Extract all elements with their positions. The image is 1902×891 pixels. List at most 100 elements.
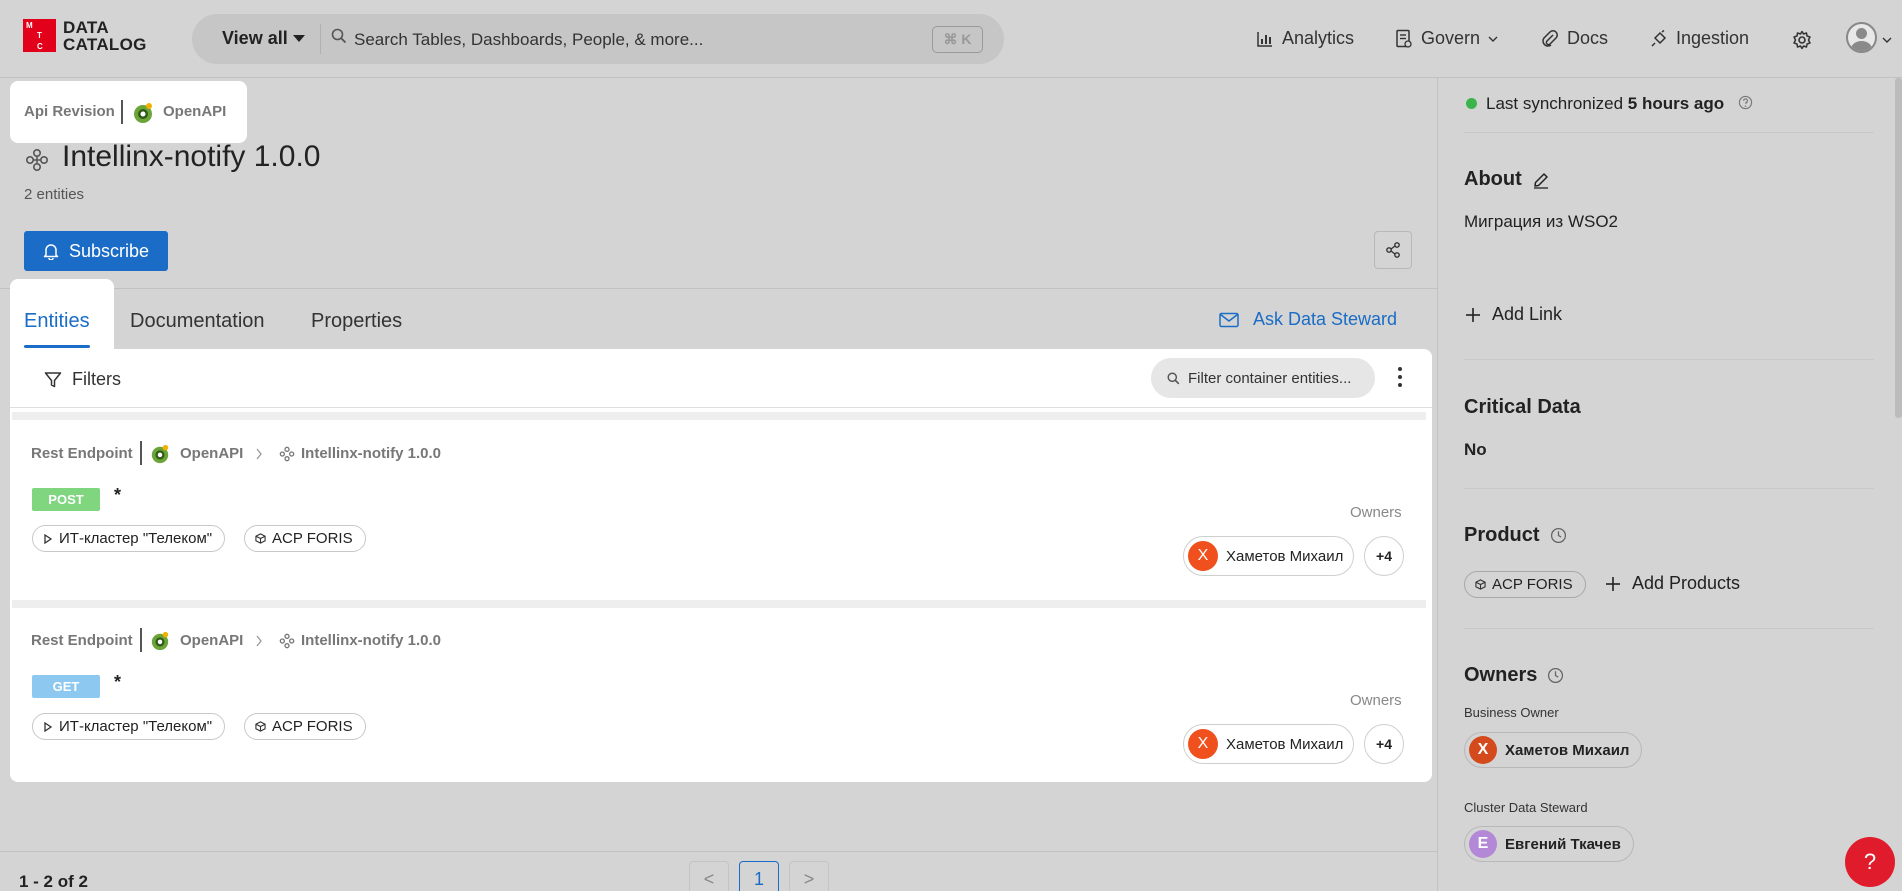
user-avatar[interactable] [1846, 22, 1877, 53]
nav-analytics[interactable]: Analytics [1256, 28, 1354, 49]
nav-docs[interactable]: Docs [1541, 28, 1608, 49]
nav-analytics-label: Analytics [1282, 28, 1355, 48]
history-clock-icon[interactable] [1547, 667, 1564, 684]
sidebar-divider [1464, 132, 1874, 133]
tab-entities[interactable]: Entities [24, 310, 90, 333]
business-owner-chip[interactable]: X Хаметов Михаил [1464, 732, 1643, 768]
owner-chip[interactable]: X Хаметов Михаил [1183, 536, 1355, 576]
more-owners-chip[interactable]: +4 [1364, 536, 1404, 576]
openapi-logo-icon [134, 103, 152, 123]
chevron-right-icon [256, 635, 262, 647]
more-owners-chip[interactable]: +4 [1364, 724, 1404, 764]
pagination-page-button[interactable]: 1 [739, 861, 779, 891]
tab-properties[interactable]: Properties [311, 310, 402, 333]
domain-tag-chip[interactable]: ИТ-кластер "Телеком" [32, 713, 226, 740]
more-options-kebab-icon[interactable] [1392, 365, 1408, 389]
brand-logo-text[interactable]: DATA CATALOG [63, 19, 147, 53]
domain-icon [44, 533, 53, 544]
owners-label: Owners [1350, 504, 1402, 521]
cluster-data-steward-chip[interactable]: E Евгений Ткачев [1464, 826, 1634, 862]
product-tag-chip[interactable]: ACP FORIS [1464, 571, 1586, 598]
owner-name: Хаметов Михаил [1226, 547, 1344, 565]
search-divider [320, 24, 321, 54]
search-icon [1167, 371, 1180, 384]
govern-document-icon [1396, 29, 1412, 48]
card-crumb-type[interactable]: Rest Endpoint [31, 632, 133, 649]
add-link-button[interactable]: Add Link [1464, 304, 1562, 325]
search-shortcut-hint: ⌘ K [932, 26, 983, 53]
method-badge: GET [32, 675, 100, 698]
card-crumb-parent[interactable]: Intellinx-notify 1.0.0 [301, 632, 441, 649]
openapi-logo-icon [151, 631, 169, 651]
owner-name: Хаметов Михаил [1226, 735, 1344, 753]
filter-funnel-icon [44, 371, 62, 387]
help-circle-icon[interactable] [1738, 95, 1753, 110]
settings-gear-icon[interactable] [1792, 30, 1812, 50]
tab-active-indicator [24, 345, 90, 348]
sync-status-dot [1466, 98, 1477, 109]
about-heading-label: About [1464, 168, 1522, 190]
tab-documentation[interactable]: Documentation [130, 310, 265, 333]
card-crumb-service[interactable]: OpenAPI [180, 632, 243, 649]
pagination-prev-button[interactable]: < [689, 861, 729, 891]
panel-divider [10, 407, 1432, 408]
brand-logo-mark[interactable]: M T C [23, 19, 56, 52]
nav-govern[interactable]: Govern [1395, 28, 1498, 49]
plus-icon [1466, 307, 1480, 322]
product-tag-chip[interactable]: ACP FORIS [244, 713, 366, 740]
edit-pencil-icon[interactable] [1532, 171, 1550, 189]
owners-heading: Owners [1464, 664, 1564, 687]
filters-button[interactable]: Filters [44, 369, 121, 390]
card-crumb-parent[interactable]: Intellinx-notify 1.0.0 [301, 445, 441, 462]
chevron-right-icon [256, 448, 262, 460]
sidebar-divider [1464, 628, 1874, 629]
breadcrumb-type[interactable]: Api Revision [24, 103, 115, 120]
sidebar-scrollbar[interactable] [1895, 78, 1902, 418]
logo-letter-t: T [37, 31, 42, 40]
subscribe-button[interactable]: Subscribe [24, 231, 168, 271]
mail-icon [1219, 312, 1239, 327]
domain-tag-chip[interactable]: ИТ-кластер "Телеком" [32, 525, 226, 552]
share-icon [1386, 242, 1400, 258]
add-products-button[interactable]: Add Products [1604, 573, 1740, 594]
pagination-range: 1 - 2 of 2 [19, 872, 88, 891]
steward-avatar: E [1469, 830, 1497, 858]
owner-chip[interactable]: X Хаметов Михаил [1183, 724, 1355, 764]
filters-label: Filters [72, 369, 121, 389]
cluster-data-steward-name: Евгений Ткачев [1505, 835, 1621, 853]
sidebar-divider [1464, 359, 1874, 360]
breadcrumb-service[interactable]: OpenAPI [163, 103, 226, 120]
card-crumb-service[interactable]: OpenAPI [180, 445, 243, 462]
logo-letter-c: C [37, 42, 43, 51]
breadcrumb-divider [121, 100, 123, 124]
caret-down-icon[interactable] [293, 35, 305, 42]
domain-tag-label: ИТ-кластер "Телеком" [59, 530, 213, 547]
help-button[interactable]: ? [1845, 837, 1895, 887]
sidebar-divider [1464, 488, 1874, 489]
filter-entities-placeholder: Filter container entities... [1188, 369, 1352, 387]
share-button[interactable] [1374, 231, 1412, 269]
plus-icon [1606, 576, 1620, 591]
endpoint-name[interactable]: * [114, 672, 121, 693]
history-clock-icon[interactable] [1550, 527, 1567, 544]
nav-ingestion-label: Ingestion [1676, 28, 1750, 48]
pagination-next-button[interactable]: > [789, 861, 829, 891]
api-endpoint-icon [279, 446, 295, 462]
add-link-label: Add Link [1492, 304, 1563, 324]
user-menu-chevron-icon[interactable] [1882, 36, 1892, 44]
product-cube-icon [255, 721, 266, 732]
view-all-dropdown[interactable]: View all [222, 28, 288, 49]
critical-data-heading-label: Critical Data [1464, 396, 1581, 418]
filter-entities-input[interactable]: Filter container entities... [1151, 358, 1375, 398]
nav-ingestion[interactable]: Ingestion [1650, 28, 1749, 49]
endpoint-name[interactable]: * [114, 485, 121, 506]
page-title: Intellinx-notify 1.0.0 [62, 140, 321, 173]
nav-govern-label: Govern [1421, 28, 1481, 48]
sync-value: 5 hours ago [1627, 94, 1725, 113]
card-crumb-type[interactable]: Rest Endpoint [31, 445, 133, 462]
owners-heading-label: Owners [1464, 664, 1538, 686]
search-input[interactable]: Search Tables, Dashboards, People, & mor… [354, 30, 703, 50]
product-tag-chip[interactable]: ACP FORIS [244, 525, 366, 552]
critical-data-heading: Critical Data [1464, 396, 1581, 419]
ask-data-steward-link[interactable]: Ask Data Steward [1219, 309, 1397, 330]
